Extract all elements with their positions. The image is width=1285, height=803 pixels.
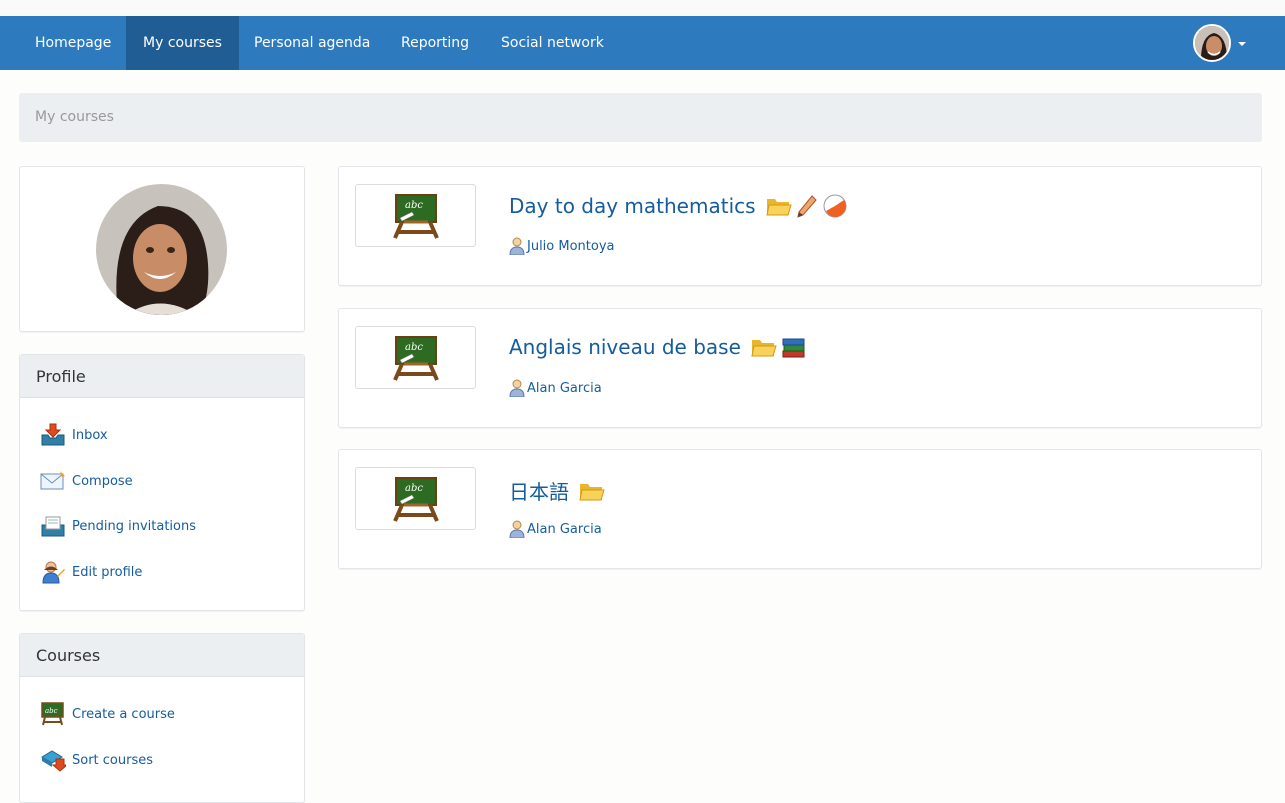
svg-text:abc: abc — [405, 483, 423, 494]
nav-my-courses[interactable]: My courses — [126, 16, 239, 70]
quiz-icon[interactable] — [822, 193, 848, 219]
inbox-icon — [41, 423, 65, 446]
profile-panel-title: Profile — [20, 355, 304, 398]
compose-label: Compose — [72, 473, 133, 489]
course-thumbnail[interactable]: abc — [355, 326, 476, 389]
sort-icon — [41, 750, 66, 772]
teacher-name: Alan Garcia — [527, 521, 602, 537]
profile-panel: Profile Inbox Compose Pending invitation… — [19, 354, 305, 611]
svg-text:abc: abc — [405, 200, 423, 211]
edit-profile-label: Edit profile — [72, 564, 143, 580]
inbox-link[interactable]: Inbox — [40, 422, 108, 448]
course-thumbnail[interactable]: abc — [355, 184, 476, 247]
folder-icon[interactable] — [751, 336, 777, 358]
edit-profile-link[interactable]: Edit profile — [40, 559, 142, 585]
user-menu-caret-icon[interactable] — [1238, 42, 1246, 46]
course-title-link[interactable]: 日本語 — [509, 476, 605, 505]
user-icon — [509, 379, 525, 397]
user-photo[interactable] — [96, 184, 227, 315]
envelope-icon — [40, 471, 65, 490]
user-photo-panel — [19, 166, 305, 332]
breadcrumb: My courses — [19, 93, 1262, 142]
create-course-label: Create a course — [72, 706, 175, 722]
nav-homepage[interactable]: Homepage — [18, 16, 128, 70]
course-title: Day to day mathematics — [509, 194, 756, 218]
pending-invitations-link[interactable]: Pending invitations — [40, 513, 196, 539]
folder-icon[interactable] — [579, 480, 605, 502]
blackboard-icon: abc — [392, 193, 439, 239]
course-title: Anglais niveau de base — [509, 335, 741, 359]
nav-personal-agenda[interactable]: Personal agenda — [237, 16, 387, 70]
teacher-link[interactable]: Alan Garcia — [509, 520, 602, 538]
breadcrumb-current: My courses — [35, 109, 114, 125]
nav-reporting[interactable]: Reporting — [384, 16, 486, 70]
user-icon — [509, 520, 525, 538]
compose-link[interactable]: Compose — [40, 468, 133, 494]
top-strip — [0, 0, 1285, 16]
course-title-link[interactable]: Anglais niveau de base — [509, 335, 807, 359]
user-edit-icon — [42, 561, 65, 584]
svg-text:abc: abc — [405, 342, 423, 353]
folder-icon[interactable] — [765, 195, 792, 217]
teacher-link[interactable]: Alan Garcia — [509, 379, 602, 397]
courses-panel-title: Courses — [20, 634, 304, 677]
course-thumbnail[interactable]: abc — [355, 467, 476, 530]
user-icon — [509, 237, 525, 255]
course-title-link[interactable]: Day to day mathematics — [509, 193, 848, 219]
nav-social-network[interactable]: Social network — [484, 16, 621, 70]
blackboard-icon: abc — [392, 476, 439, 522]
books-icon[interactable] — [781, 335, 807, 359]
course-card: abc Day to day mathematics Julio Montoya — [338, 166, 1262, 286]
teacher-name: Alan Garcia — [527, 380, 602, 396]
teacher-name: Julio Montoya — [527, 238, 615, 254]
blackboard-icon: abc — [392, 335, 439, 381]
user-avatar[interactable] — [1193, 24, 1231, 62]
pencil-icon[interactable] — [796, 194, 818, 218]
invitations-icon — [41, 516, 65, 537]
svg-text:abc: abc — [45, 707, 58, 715]
create-course-link[interactable]: abc Create a course — [40, 701, 175, 727]
courses-panel: Courses abc Create a course Sort courses — [19, 633, 305, 803]
pending-invitations-label: Pending invitations — [72, 518, 196, 534]
course-title: 日本語 — [509, 480, 569, 504]
course-card: abc 日本語 Alan Garcia — [338, 449, 1262, 569]
blackboard-icon: abc — [41, 702, 64, 726]
sort-courses-link[interactable]: Sort courses — [40, 747, 153, 773]
top-navbar: Homepage My courses Personal agenda Repo… — [0, 16, 1285, 70]
inbox-label: Inbox — [72, 427, 108, 443]
course-card: abc Anglais niveau de base Alan Garcia — [338, 308, 1262, 428]
sort-courses-label: Sort courses — [72, 752, 154, 768]
teacher-link[interactable]: Julio Montoya — [509, 237, 615, 255]
